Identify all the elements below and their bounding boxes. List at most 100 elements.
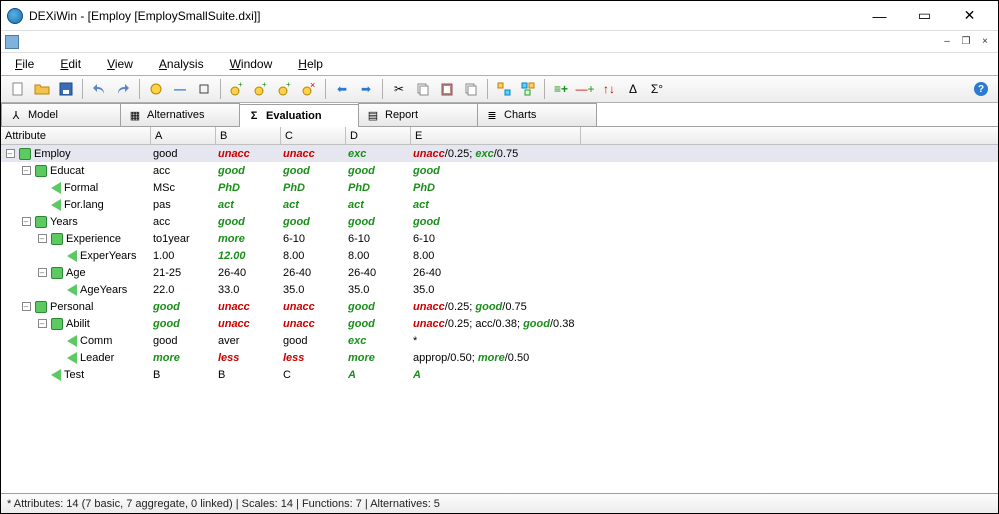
value-cell[interactable]: good [411, 165, 581, 177]
close-button[interactable]: ✕ [947, 2, 992, 30]
value-cell[interactable]: MSc [151, 182, 216, 194]
attribute-cell[interactable]: –Experience [1, 232, 151, 246]
value-cell[interactable]: 26-40 [281, 267, 346, 279]
table-row[interactable]: ExperYears1.0012.008.008.008.00 [1, 247, 998, 264]
value-cell[interactable]: unacc [216, 148, 281, 160]
attribute-cell[interactable]: –Age [1, 266, 151, 280]
collapse-toggle-icon[interactable]: – [22, 166, 31, 175]
delete-node-icon[interactable]: × [298, 78, 320, 100]
value-cell[interactable]: less [216, 352, 281, 364]
table-row[interactable]: –Experienceto1yearmore6-106-106-10 [1, 230, 998, 247]
attribute-cell[interactable]: AgeYears [1, 283, 151, 297]
value-cell[interactable]: PhD [346, 182, 411, 194]
tab-charts[interactable]: ≣ Charts [477, 103, 597, 126]
value-cell[interactable]: * [411, 335, 581, 347]
value-cell[interactable]: 33.0 [216, 284, 281, 296]
value-cell[interactable]: unacc [281, 318, 346, 330]
table-row[interactable]: –Age21-2526-4026-4026-4026-40 [1, 264, 998, 281]
expand-minus-icon[interactable]: —+ [574, 78, 596, 100]
table-row[interactable]: –Employgoodunaccunaccexcunacc/0.25; exc/… [1, 145, 998, 162]
table-row[interactable]: –Yearsaccgoodgoodgoodgood [1, 213, 998, 230]
value-cell[interactable]: unacc/0.25; exc/0.75 [411, 148, 581, 160]
add-sibling-after-icon[interactable]: + [250, 78, 272, 100]
table-row[interactable]: AgeYears22.033.035.035.035.0 [1, 281, 998, 298]
value-cell[interactable]: 8.00 [346, 250, 411, 262]
value-cell[interactable]: C [281, 369, 346, 381]
value-cell[interactable]: good [281, 165, 346, 177]
value-cell[interactable]: unacc [216, 301, 281, 313]
header-B[interactable]: B [216, 127, 281, 144]
minimize-button[interactable]: — [857, 2, 902, 30]
paste-icon[interactable] [436, 78, 458, 100]
value-cell[interactable]: 8.00 [411, 250, 581, 262]
value-cell[interactable]: pas [151, 199, 216, 211]
collapse-toggle-icon[interactable]: – [22, 217, 31, 226]
value-cell[interactable]: good [216, 216, 281, 228]
value-cell[interactable]: act [346, 199, 411, 211]
value-cell[interactable]: acc [151, 216, 216, 228]
add-sibling-before-icon[interactable]: + [226, 78, 248, 100]
save-icon[interactable] [55, 78, 77, 100]
tab-report[interactable]: ▤ Report [358, 103, 478, 126]
value-cell[interactable]: unacc/0.25; acc/0.38; good/0.38 [411, 318, 581, 330]
collapse-toggle-icon[interactable]: – [38, 319, 47, 328]
value-cell[interactable]: 6-10 [281, 233, 346, 245]
value-cell[interactable]: A [346, 369, 411, 381]
undo-icon[interactable] [88, 78, 110, 100]
tree-collapse-icon[interactable] [493, 78, 515, 100]
value-cell[interactable]: 35.0 [281, 284, 346, 296]
table-row[interactable]: –Personalgoodunaccunaccgoodunacc/0.25; g… [1, 298, 998, 315]
attribute-cell[interactable]: For.lang [1, 198, 151, 212]
maximize-button[interactable]: ▭ [902, 2, 947, 30]
value-cell[interactable]: good [346, 165, 411, 177]
value-cell[interactable]: aver [216, 335, 281, 347]
value-cell[interactable]: good [281, 216, 346, 228]
value-cell[interactable]: A [411, 369, 581, 381]
value-cell[interactable]: good [346, 301, 411, 313]
tab-alternatives[interactable]: ▦ Alternatives [120, 103, 240, 126]
value-cell[interactable]: more [216, 233, 281, 245]
sigma-icon[interactable]: Σ° [646, 78, 668, 100]
tab-model[interactable]: ⅄ Model [1, 103, 121, 126]
value-cell[interactable]: good [151, 148, 216, 160]
value-cell[interactable]: PhD [281, 182, 346, 194]
attribute-cell[interactable]: ExperYears [1, 249, 151, 263]
value-cell[interactable]: act [216, 199, 281, 211]
attribute-cell[interactable]: –Educat [1, 164, 151, 178]
attribute-cell[interactable]: Leader [1, 351, 151, 365]
table-row[interactable]: Commgoodavergoodexc* [1, 332, 998, 349]
value-cell[interactable]: 8.00 [281, 250, 346, 262]
collapse-toggle-icon[interactable]: – [38, 234, 47, 243]
value-cell[interactable]: B [151, 369, 216, 381]
add-child-icon[interactable]: + [274, 78, 296, 100]
value-cell[interactable]: PhD [216, 182, 281, 194]
value-cell[interactable]: exc [346, 148, 411, 160]
value-cell[interactable]: 26-40 [411, 267, 581, 279]
arrow-left-icon[interactable]: ⬅ [331, 78, 353, 100]
value-cell[interactable]: good [411, 216, 581, 228]
attribute-cell[interactable]: Formal [1, 181, 151, 195]
header-E[interactable]: E [411, 127, 581, 144]
value-cell[interactable]: good [216, 165, 281, 177]
sort-icon[interactable]: ↑↓ [598, 78, 620, 100]
value-cell[interactable]: 21-25 [151, 267, 216, 279]
attribute-cell[interactable]: –Personal [1, 300, 151, 314]
delta-icon[interactable]: Δ [622, 78, 644, 100]
header-A[interactable]: A [151, 127, 216, 144]
value-cell[interactable]: 35.0 [346, 284, 411, 296]
collapse-toggle-icon[interactable]: – [6, 149, 15, 158]
value-cell[interactable]: good [281, 335, 346, 347]
header-D[interactable]: D [346, 127, 411, 144]
menu-window[interactable]: Window [224, 55, 279, 73]
value-cell[interactable]: good [151, 318, 216, 330]
value-cell[interactable]: approp/0.50; more/0.50 [411, 352, 581, 364]
grid-body[interactable]: –Employgoodunaccunaccexcunacc/0.25; exc/… [1, 145, 998, 493]
redo-icon[interactable] [112, 78, 134, 100]
value-cell[interactable]: more [151, 352, 216, 364]
menu-edit[interactable]: Edit [54, 55, 87, 73]
node-minus-icon[interactable]: — [169, 78, 191, 100]
value-cell[interactable]: good [346, 216, 411, 228]
collapse-toggle-icon[interactable]: – [38, 268, 47, 277]
tab-evaluation[interactable]: Σ Evaluation [239, 104, 359, 127]
value-cell[interactable]: 35.0 [411, 284, 581, 296]
